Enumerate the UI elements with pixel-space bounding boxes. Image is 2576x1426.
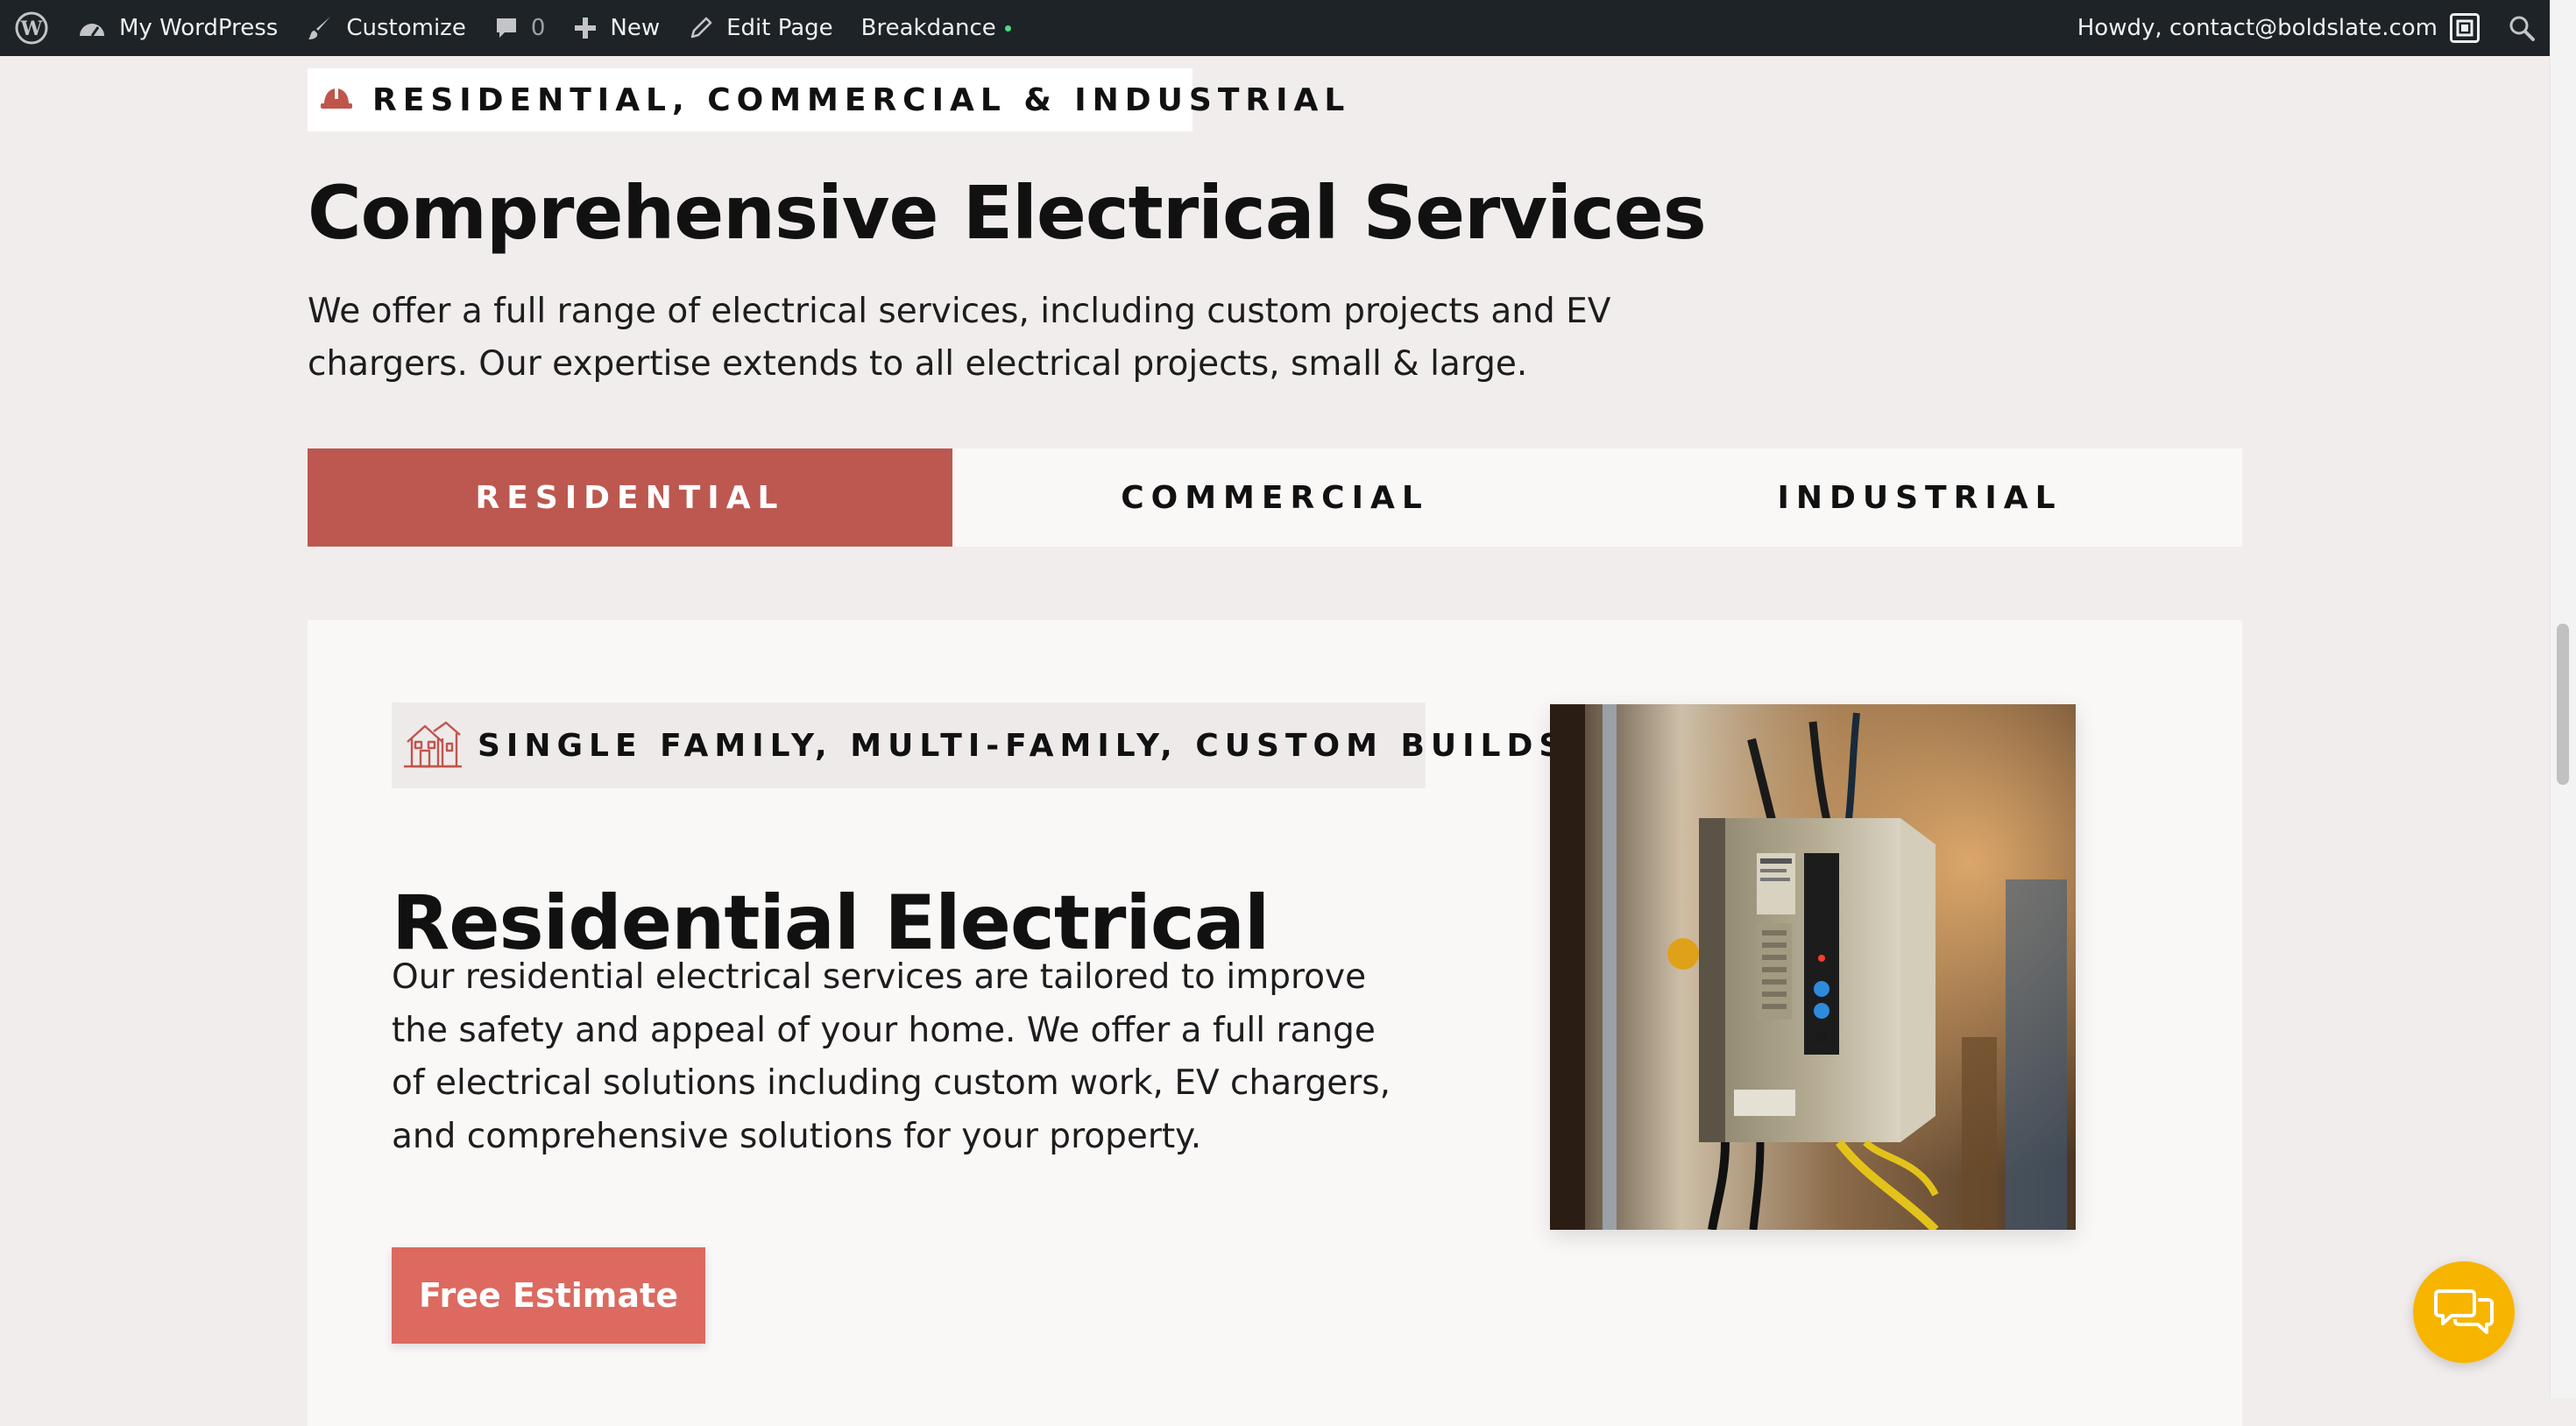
panel-eyebrow: SINGLE FAMILY, MULTI-FAMILY, CUSTOM BUIL… — [392, 702, 1561, 788]
edit-page-label: Edit Page — [726, 15, 833, 41]
hardhat-icon — [320, 85, 353, 115]
dashboard-icon — [77, 15, 107, 41]
tab-industrial[interactable]: INDUSTRIAL — [1597, 448, 2242, 547]
panel-eyebrow-text: SINGLE FAMILY, MULTI-FAMILY, CUSTOM BUIL… — [478, 727, 1568, 764]
wordpress-icon: W — [14, 11, 49, 46]
new-content-menu[interactable]: New — [559, 0, 674, 56]
tab-commercial[interactable]: COMMERCIAL — [952, 448, 1597, 547]
new-label: New — [610, 15, 661, 41]
intro-paragraph: We offer a full range of electrical serv… — [308, 292, 1611, 384]
my-account-menu[interactable]: Howdy, contact@boldslate.com — [2063, 0, 2494, 56]
pencil-icon — [688, 15, 714, 41]
wordpress-menu[interactable]: W — [0, 0, 63, 56]
howdy-text: Howdy, contact@boldslate.com — [2077, 15, 2438, 41]
chat-icon — [2434, 1284, 2494, 1340]
site-name: My WordPress — [119, 15, 279, 41]
customize-link[interactable]: Customize — [292, 0, 479, 56]
service-tabs: RESIDENTIAL COMMERCIAL INDUSTRIAL — [308, 448, 2242, 547]
tab-residential[interactable]: RESIDENTIAL — [308, 448, 952, 547]
admin-bar-right: Howdy, contact@boldslate.com — [2063, 0, 2550, 56]
edit-page-link[interactable]: Edit Page — [674, 0, 847, 56]
status-dot — [1004, 25, 1011, 32]
scrollbar-thumb[interactable] — [2557, 624, 2569, 785]
free-estimate-button[interactable]: Free Estimate — [392, 1247, 705, 1344]
comment-icon — [494, 16, 519, 40]
admin-bar-left: W My WordPress Customize 0 New Edit Page… — [0, 0, 1025, 56]
breakdance-link[interactable]: Breakdance — [847, 0, 1025, 56]
eyebrow-text: RESIDENTIAL, COMMERCIAL & INDUSTRIAL — [372, 81, 1351, 118]
customize-label: Customize — [346, 15, 466, 41]
admin-bar: W My WordPress Customize 0 New Edit Page… — [0, 0, 2550, 56]
breakdance-label: Breakdance — [860, 15, 996, 41]
avatar-icon — [2450, 13, 2480, 43]
plus-icon — [573, 16, 598, 40]
site-name-link[interactable]: My WordPress — [63, 0, 292, 56]
comments-count: 0 — [530, 15, 546, 41]
residential-panel: SINGLE FAMILY, MULTI-FAMILY, CUSTOM BUIL… — [308, 620, 2242, 1426]
chat-button[interactable] — [2413, 1261, 2515, 1363]
panel-description: Our residential electrical services are … — [392, 957, 1391, 1156]
svg-text:W: W — [20, 18, 43, 40]
admin-search[interactable] — [2494, 0, 2550, 56]
page-title: Comprehensive Electrical Services — [308, 170, 1707, 256]
search-icon — [2508, 14, 2536, 42]
comments-link[interactable]: 0 — [480, 0, 560, 56]
electrical-panel-photo — [1550, 704, 2076, 1230]
house-icon — [402, 717, 464, 773]
brush-icon — [306, 14, 334, 42]
section-eyebrow: RESIDENTIAL, COMMERCIAL & INDUSTRIAL — [308, 68, 1344, 131]
